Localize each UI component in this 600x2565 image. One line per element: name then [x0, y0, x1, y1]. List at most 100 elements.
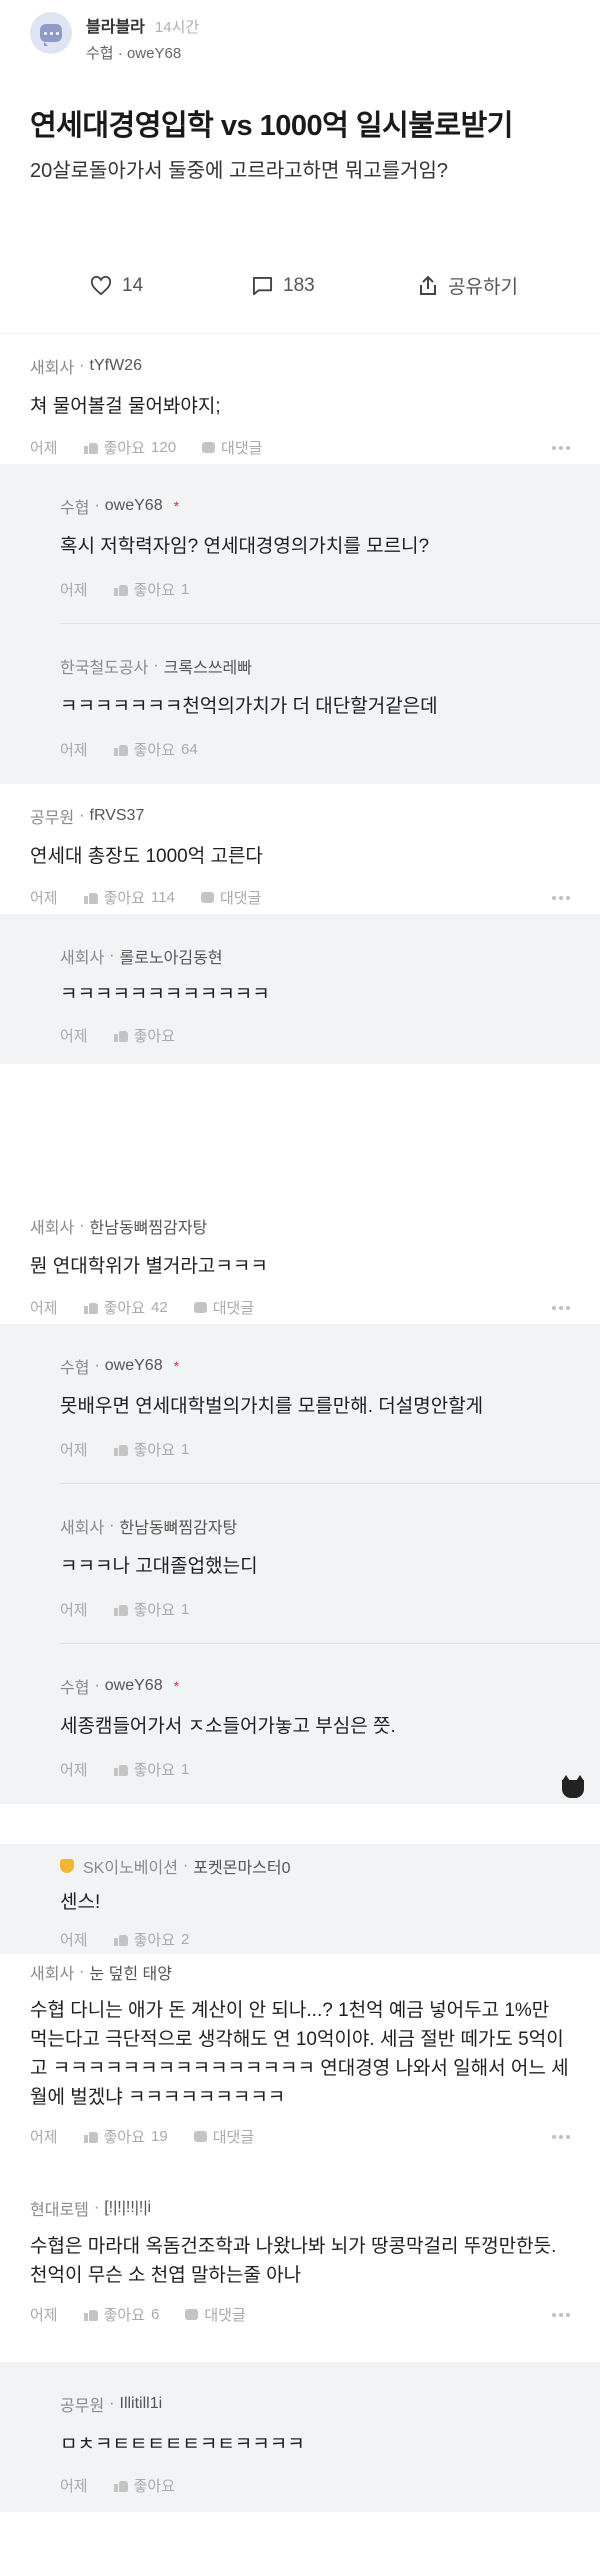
post-header: 블라블라 14시간 수협 · oweY68	[0, 0, 600, 78]
more-icon[interactable]	[552, 2134, 570, 2139]
comment-org: 공무원	[30, 810, 75, 827]
comment-count-button[interactable]: 183	[252, 275, 418, 297]
reply-comment: 공무원 · Illitill1i ㅁㅊㅋㅌㅌㅌㅌㅌㅋㅌㅋㅋㅋㅋ 어제 좋아요	[0, 2362, 600, 2512]
share-button[interactable]: 공유하기	[418, 272, 518, 299]
reply-icon	[193, 1302, 207, 1313]
like-button[interactable]: 좋아요 1	[113, 1439, 189, 1460]
more-icon[interactable]	[552, 445, 570, 450]
chat-bubble-icon[interactable]	[30, 12, 72, 54]
thumbs-up-icon	[113, 1603, 128, 1616]
comment-org: 수협	[60, 500, 90, 517]
comment-time: 어제	[30, 2129, 58, 2146]
post-body: 20살로돌아가서 둘중에 고르라고하면 뭐고를거임?	[30, 160, 449, 182]
comment-nick[interactable]: 한남동뼈찜감자탕	[120, 1514, 238, 1538]
comment-text: 수협 다니는 애가 돈 계산이 안 되나...? 1천억 예금 넣어두고 1%만…	[30, 2000, 569, 2108]
comment-time: 어제	[30, 2307, 58, 2324]
comment-time: 어제	[60, 1932, 88, 1949]
like-button[interactable]: 좋아요 6	[83, 2304, 159, 2325]
comment-count: 183	[283, 274, 315, 296]
comment-time: 어제	[60, 1442, 88, 1459]
comment-text: 세종캠들어가서 ㅈ소들어가놓고 부심은 쯧.	[60, 1716, 396, 1737]
post-time: 14시간	[154, 19, 200, 36]
comment-org: 새회사	[60, 950, 105, 967]
comment-org: 새회사	[60, 1520, 105, 1537]
comment-org: 수협	[60, 1680, 90, 1697]
like-button[interactable]: 좋아요 64	[113, 739, 198, 760]
comment-nick[interactable]: tYfW26	[90, 357, 142, 375]
like-button[interactable]: 좋아요	[113, 1025, 175, 1046]
like-button[interactable]: 좋아요 1	[113, 579, 189, 600]
comment-time: 어제	[30, 440, 58, 457]
like-button[interactable]: 좋아요 19	[83, 2126, 168, 2147]
comment: 새회사 · 눈 덮힌 태양 수협 다니는 애가 돈 계산이 안 되나...? 1천…	[0, 1954, 600, 2194]
reply-button[interactable]: 대댓글	[193, 1297, 254, 1318]
reply-comment: 새회사 · 한남동뼈찜감자탕 ㅋㅋㅋ나 고대졸업했는디 어제 좋아요 1	[0, 1484, 600, 1644]
comment-org: SK이노베이션	[83, 1860, 178, 1877]
thumbs-up-icon	[113, 743, 128, 756]
comment-nick[interactable]: 눈 덮힌 태양	[90, 1960, 173, 1984]
author-mark-icon: *	[173, 498, 180, 514]
comment-nick[interactable]: [!|!|!!|!|i	[104, 2199, 151, 2217]
like-count: 14	[122, 274, 144, 296]
author-nick: oweY68	[126, 45, 182, 62]
post-actions: 14 183 공유하기	[0, 238, 600, 334]
reply-icon	[200, 892, 214, 903]
more-icon[interactable]	[552, 2312, 570, 2317]
comment-org: 수협	[60, 1360, 90, 1377]
comment-nick[interactable]: 크록스쓰레빠	[164, 654, 252, 678]
channel-name[interactable]: 블라블라	[86, 13, 145, 37]
comment: 새회사 · tYfW26 쳐 물어볼걸 물어봐야지; 어제 좋아요 120 대댓글	[0, 334, 600, 464]
comment-nick[interactable]: oweY68	[105, 1357, 163, 1375]
like-button[interactable]: 좋아요 1	[113, 1599, 189, 1620]
reply-button[interactable]: 대댓글	[200, 887, 261, 908]
comment-nick[interactable]: fRVS37	[90, 807, 145, 825]
more-icon[interactable]	[552, 1305, 570, 1310]
reply-comment: 한국철도공사 · 크록스쓰레빠 ㅋㅋㅋㅋㅋㅋㅋ천억의가치가 더 대단할거같은데 어…	[0, 624, 600, 784]
blank-gap	[0, 1064, 600, 1194]
reply-comment: 수협 · oweY68 * 혹시 저학력자임? 연세대경영의가치를 모르니? 어제…	[0, 464, 600, 624]
comment-time: 어제	[60, 1028, 88, 1045]
thumbs-up-icon	[113, 2479, 128, 2492]
like-button[interactable]: 좋아요 1	[113, 1759, 189, 1780]
reply-button[interactable]: 대댓글	[202, 437, 262, 458]
like-button[interactable]: 좋아요	[113, 2475, 175, 2496]
like-button[interactable]: 14	[90, 275, 252, 297]
like-button[interactable]: 좋아요 2	[113, 1929, 189, 1950]
like-button[interactable]: 좋아요 114	[83, 887, 175, 908]
more-icon[interactable]	[552, 895, 570, 900]
comment-org: 한국철도공사	[60, 660, 149, 677]
post-page: 블라블라 14시간 수협 · oweY68 연세대경영입학 vs 1000억 일…	[0, 0, 600, 2565]
comment-time: 어제	[30, 890, 58, 907]
reply-comment: SK이노베이션 · 포켓몬마스터0 센스! 어제 좋아요 2	[0, 1844, 600, 1954]
author-mark-icon: *	[173, 1358, 180, 1374]
comment-nick[interactable]: Illitill1i	[120, 2395, 163, 2413]
comment-nick[interactable]: oweY68	[105, 1677, 163, 1695]
thumbs-up-icon	[113, 1029, 128, 1042]
post-title: 연세대경영입학 vs 1000억 일시불로받기	[30, 110, 513, 142]
reply-button[interactable]: 대댓글	[193, 2126, 254, 2147]
thumbs-up-icon	[83, 441, 98, 454]
comment-org: 현대로템	[30, 2202, 89, 2219]
comment-time: 어제	[60, 582, 88, 599]
comment-nick[interactable]: 포켓몬마스터0	[193, 1854, 290, 1878]
comment-text: ㅋㅋㅋㅋㅋㅋㅋ천억의가치가 더 대단할거같은데	[60, 696, 438, 717]
comment-nick[interactable]: 한남동뼈찜감자탕	[90, 1214, 208, 1238]
comment-nick[interactable]: oweY68	[105, 497, 163, 515]
reply-comment: 수협 · oweY68 * 세종캠들어가서 ㅈ소들어가놓고 부심은 쯧. 어제 좋…	[0, 1644, 600, 1804]
comment-icon	[252, 276, 273, 295]
comment-text: ㅋㅋㅋ나 고대졸업했는디	[60, 1556, 258, 1577]
comment-text: 수협은 마라대 옥돔건조학과 나왔나봐 뇌가 땅콩막걸리 뚜껑만한듯. 천억이 …	[30, 2236, 557, 2286]
badge-icon	[60, 1859, 74, 1873]
like-button[interactable]: 좋아요 42	[83, 1297, 168, 1318]
comment-org: 새회사	[30, 360, 75, 377]
thumbs-up-icon	[113, 583, 128, 596]
comment-text: 쳐 물어볼걸 물어봐야지;	[30, 396, 221, 417]
thumbs-up-icon	[83, 2130, 98, 2143]
share-label: 공유하기	[448, 277, 518, 298]
like-button[interactable]: 좋아요 120	[83, 437, 176, 458]
comment: 새회사 · 한남동뼈찜감자탕 뭔 연대학위가 별거라고ㅋㅋㅋ 어제 좋아요 42 대…	[0, 1194, 600, 1324]
comment-text: 뭔 연대학위가 별거라고ㅋㅋㅋ	[30, 1256, 268, 1277]
comment-nick[interactable]: 롤로노아김동현	[120, 944, 223, 968]
reply-icon	[185, 2309, 199, 2320]
reply-button[interactable]: 대댓글	[185, 2304, 246, 2325]
